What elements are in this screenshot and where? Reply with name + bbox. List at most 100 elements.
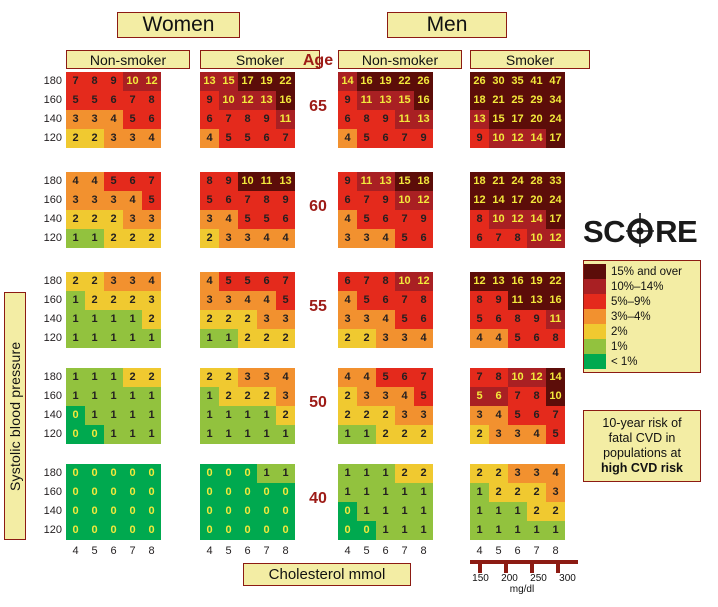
- caption-line-1: 10-year risk of: [602, 416, 682, 430]
- risk-cell: 0: [200, 483, 219, 502]
- risk-cell: 21: [489, 172, 508, 191]
- mgdl-tick-0: 150: [472, 573, 489, 584]
- header-men-nonsmoker: Non-smoker: [338, 50, 462, 69]
- risk-cell: 2: [238, 310, 257, 329]
- risk-cell: 4: [376, 310, 395, 329]
- risk-cell: 3: [470, 406, 489, 425]
- risk-cell: 2: [414, 425, 433, 444]
- risk-cell: 16: [414, 91, 433, 110]
- risk-cell: 8: [470, 291, 489, 310]
- risk-cell: 2: [123, 229, 142, 248]
- risk-grid-men-smoker-age65: 26 30 35 41 47 18 21 25 29 34 13 15 17 20 24 9 10 12 14 17: [470, 72, 565, 148]
- risk-cell: 6: [414, 310, 433, 329]
- risk-cell: 17: [546, 129, 565, 148]
- risk-cell: 10: [527, 229, 546, 248]
- risk-cell: 1: [123, 310, 142, 329]
- risk-cell: 1: [238, 406, 257, 425]
- cholesterol-tick-label: 8: [420, 545, 427, 557]
- cholesterol-tick-label: 8: [552, 545, 559, 557]
- risk-cell: 5: [508, 329, 527, 348]
- risk-cell: 11: [508, 291, 527, 310]
- risk-cell: 0: [66, 521, 85, 540]
- risk-cell: 4: [395, 387, 414, 406]
- risk-cell: 1: [104, 329, 123, 348]
- risk-cell: 3: [257, 310, 276, 329]
- risk-cell: 9: [414, 210, 433, 229]
- risk-cell: 1: [414, 521, 433, 540]
- risk-cell: 1: [414, 502, 433, 521]
- risk-cell: 4: [257, 291, 276, 310]
- risk-grid-men-smoker-age60: 18 21 24 28 33 12 14 17 20 24 8 10 12 14 17 6 7 8 10 12: [470, 172, 565, 248]
- risk-cell: 10: [123, 72, 142, 91]
- risk-cell: 17: [508, 191, 527, 210]
- risk-cell: 3: [395, 329, 414, 348]
- crosshair-target-icon: [625, 212, 655, 252]
- risk-cell: 2: [200, 229, 219, 248]
- sbp-tick-label: 160: [43, 486, 62, 498]
- risk-cell: 10: [489, 210, 508, 229]
- risk-cell: 1: [470, 502, 489, 521]
- mgdl-tick-labels: 150 200 250 300: [466, 573, 582, 584]
- risk-grid-women-smoker-age55: 45567334452223311222: [200, 272, 295, 348]
- risk-cell: 3: [123, 272, 142, 291]
- risk-cell: 1: [66, 310, 85, 329]
- risk-cell: 25: [508, 91, 527, 110]
- risk-cell: 1: [238, 425, 257, 444]
- risk-cell: 3: [546, 483, 565, 502]
- risk-cell: 3: [104, 129, 123, 148]
- legend-color-swatch: [584, 339, 606, 354]
- risk-cell: 2: [104, 229, 123, 248]
- legend-row: 5%–9%: [584, 294, 698, 309]
- risk-cell: 16: [276, 91, 295, 110]
- risk-cell: 0: [123, 483, 142, 502]
- cholesterol-tick-label: 5: [225, 545, 232, 557]
- risk-cell: 0: [123, 521, 142, 540]
- risk-cell: 1: [357, 502, 376, 521]
- risk-cell: 8: [508, 229, 527, 248]
- cholesterol-tick-label: 4: [476, 545, 483, 557]
- legend-label: 3%–4%: [611, 310, 651, 323]
- sbp-tick-label: 120: [43, 132, 62, 144]
- risk-cell: 0: [66, 483, 85, 502]
- sbp-tick-label: 180: [43, 175, 62, 187]
- risk-cell: 0: [66, 425, 85, 444]
- risk-cell: 9: [257, 110, 276, 129]
- risk-cell: 4: [276, 229, 295, 248]
- risk-cell: 5: [219, 129, 238, 148]
- risk-cell: 1: [376, 483, 395, 502]
- caption-line-2: fatal CVD in: [608, 431, 676, 445]
- sbp-tick-label: 140: [43, 409, 62, 421]
- header-women-nonsmoker: Non-smoker: [66, 50, 190, 69]
- risk-cell: 6: [470, 229, 489, 248]
- risk-cell: 4: [338, 129, 357, 148]
- cholesterol-tick-labels: 45678: [66, 545, 161, 557]
- risk-cell: 0: [238, 464, 257, 483]
- risk-cell: 2: [357, 406, 376, 425]
- risk-grid-women-nonsmoker-age40: 00000000000000000000: [66, 464, 161, 540]
- risk-cell: 4: [85, 172, 104, 191]
- risk-cell: 1: [414, 483, 433, 502]
- legend-label: < 1%: [611, 355, 638, 368]
- mgdl-scale-ticks: [470, 564, 578, 573]
- risk-cell: 14: [489, 191, 508, 210]
- cholesterol-tick-label: 5: [91, 545, 98, 557]
- risk-cell: 5: [66, 91, 85, 110]
- risk-cell: 29: [527, 91, 546, 110]
- risk-cell: 2: [66, 272, 85, 291]
- risk-cell: 5: [238, 210, 257, 229]
- risk-cell: 3: [104, 191, 123, 210]
- cholesterol-tick-label: 4: [206, 545, 213, 557]
- risk-cell: 1: [200, 329, 219, 348]
- risk-cell: 5: [395, 229, 414, 248]
- sbp-tick-label: 120: [43, 332, 62, 344]
- risk-cell: 0: [276, 521, 295, 540]
- risk-cell: 0: [200, 521, 219, 540]
- risk-cell: 24: [546, 110, 565, 129]
- risk-cell: 3: [527, 464, 546, 483]
- risk-grid-men-nonsmoker-age60: 9 11 13 15 18 6 7 9 10 12 4 5 6 7 9 3 3 4 5 6: [338, 172, 433, 248]
- sbp-tick-label: 160: [43, 390, 62, 402]
- caption-line-3: populations at: [603, 446, 681, 460]
- risk-cell: 5: [357, 210, 376, 229]
- risk-cell: 1: [104, 310, 123, 329]
- risk-grid-women-nonsmoker-age50: 11122111110111100111: [66, 368, 161, 444]
